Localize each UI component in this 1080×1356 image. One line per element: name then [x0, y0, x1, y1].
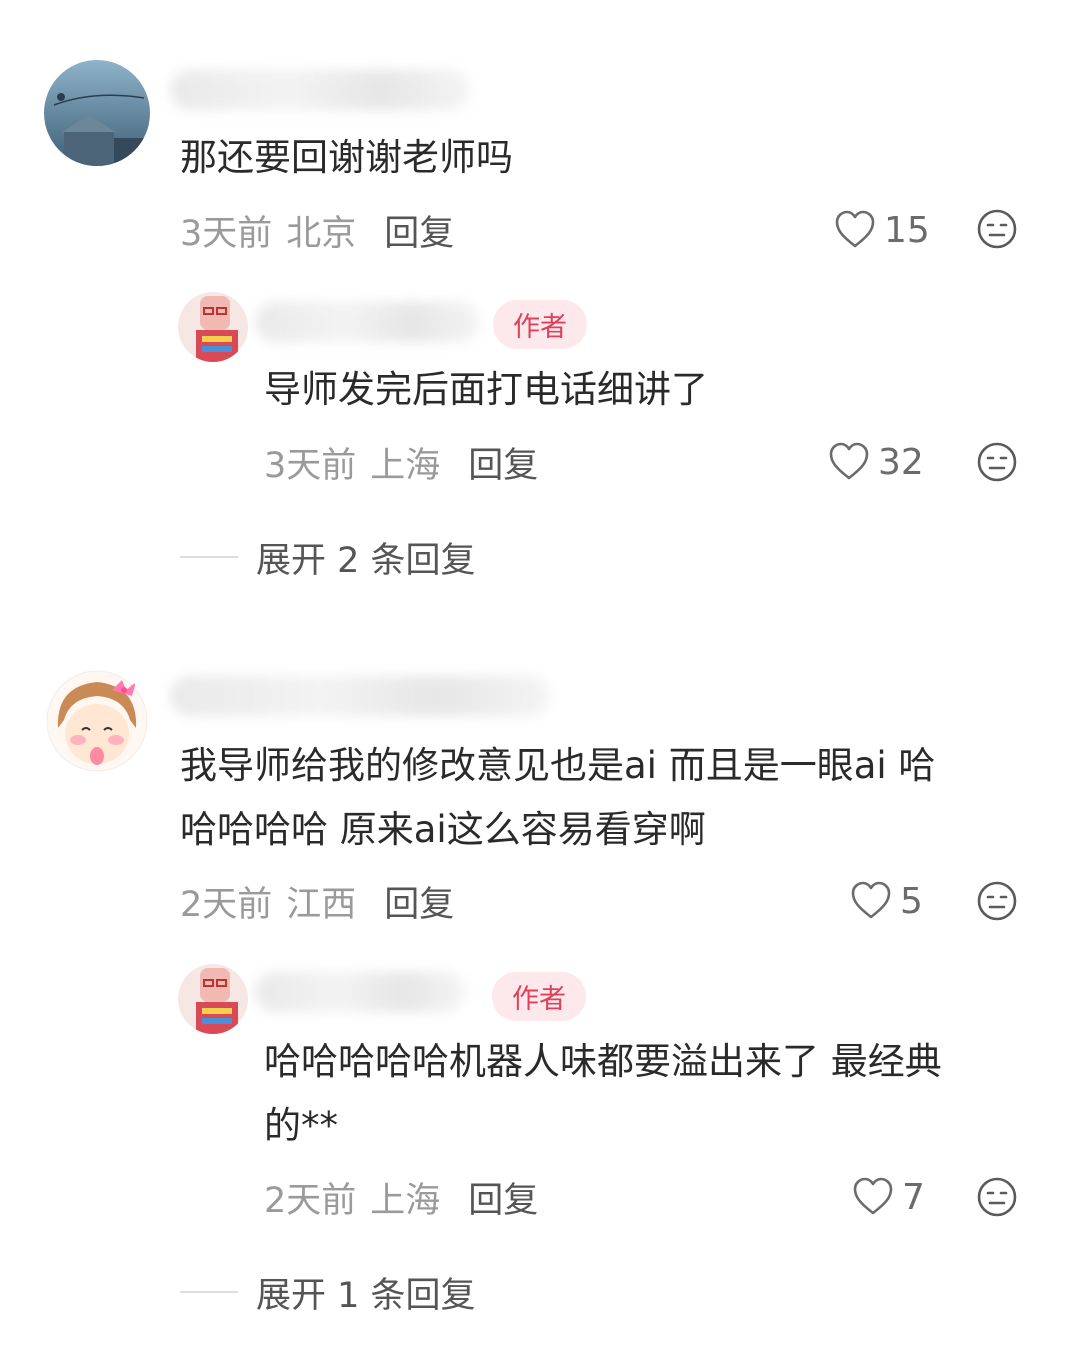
like-count: 15	[884, 209, 930, 251]
like-count: 5	[900, 880, 923, 922]
author-name-blurred[interactable]	[255, 302, 480, 342]
heart-outline-icon	[835, 210, 875, 248]
reply-meta: 2天前 上海 回复	[264, 1175, 538, 1221]
like-button[interactable]: 7	[852, 1173, 925, 1221]
reply-time: 3天前	[264, 445, 357, 486]
comment-time: 3天前	[180, 213, 273, 254]
author-badge: 作者	[493, 300, 587, 349]
reply-button[interactable]: 回复	[468, 437, 538, 488]
expand-replies-label: 展开 1 条回复	[256, 1275, 476, 1316]
avatar[interactable]	[44, 60, 150, 166]
expand-replies-button[interactable]: 展开 2 条回复	[180, 533, 476, 581]
emoji-face-icon[interactable]	[976, 208, 1018, 250]
reply-time: 2天前	[264, 1180, 357, 1221]
reply-button[interactable]: 回复	[468, 1172, 538, 1223]
username-blurred[interactable]	[170, 676, 550, 716]
author-badge: 作者	[492, 972, 586, 1021]
reply-location: 上海	[370, 1180, 441, 1221]
author-avatar[interactable]	[178, 292, 248, 362]
divider-line	[180, 1291, 238, 1293]
reply-button[interactable]: 回复	[384, 205, 454, 256]
heart-outline-icon	[851, 881, 891, 919]
comment-location: 北京	[286, 213, 357, 254]
emoji-face-icon[interactable]	[976, 441, 1018, 483]
expand-replies-label: 展开 2 条回复	[256, 540, 476, 581]
username-blurred[interactable]	[170, 70, 470, 110]
like-button[interactable]: 32	[828, 438, 924, 486]
reply-text-line-1: 哈哈哈哈哈机器人味都要溢出来了 最经典	[264, 1040, 942, 1083]
author-avatar[interactable]	[178, 964, 248, 1034]
like-button[interactable]: 15	[834, 206, 930, 254]
reply-button[interactable]: 回复	[384, 876, 454, 927]
reply-meta: 3天前 上海 回复	[264, 440, 538, 486]
heart-outline-icon	[853, 1177, 893, 1215]
expand-replies-button[interactable]: 展开 1 条回复	[180, 1268, 476, 1316]
reply-text: 导师发完后面打电话细讲了	[264, 368, 708, 411]
heart-outline-icon	[829, 442, 869, 480]
author-name-blurred[interactable]	[255, 972, 465, 1012]
like-count: 7	[902, 1176, 925, 1218]
emoji-face-icon[interactable]	[976, 1176, 1018, 1218]
divider-line	[180, 556, 238, 558]
comment-location: 江西	[286, 884, 357, 925]
comment-text-line-2: 哈哈哈哈 原来ai这么容易看穿啊	[180, 808, 706, 851]
like-count: 32	[878, 441, 924, 483]
comment-meta: 3天前 北京 回复	[180, 208, 454, 254]
comment-text-line-1: 我导师给我的修改意见也是ai 而且是一眼ai 哈	[180, 744, 936, 787]
comment-time: 2天前	[180, 884, 273, 925]
comment-text: 那还要回谢谢老师吗	[180, 136, 513, 179]
comment-meta: 2天前 江西 回复	[180, 879, 454, 925]
avatar[interactable]	[44, 668, 150, 774]
reply-location: 上海	[370, 445, 441, 486]
emoji-face-icon[interactable]	[976, 880, 1018, 922]
like-button[interactable]: 5	[850, 877, 923, 925]
reply-text-line-2: 的**	[264, 1104, 338, 1147]
